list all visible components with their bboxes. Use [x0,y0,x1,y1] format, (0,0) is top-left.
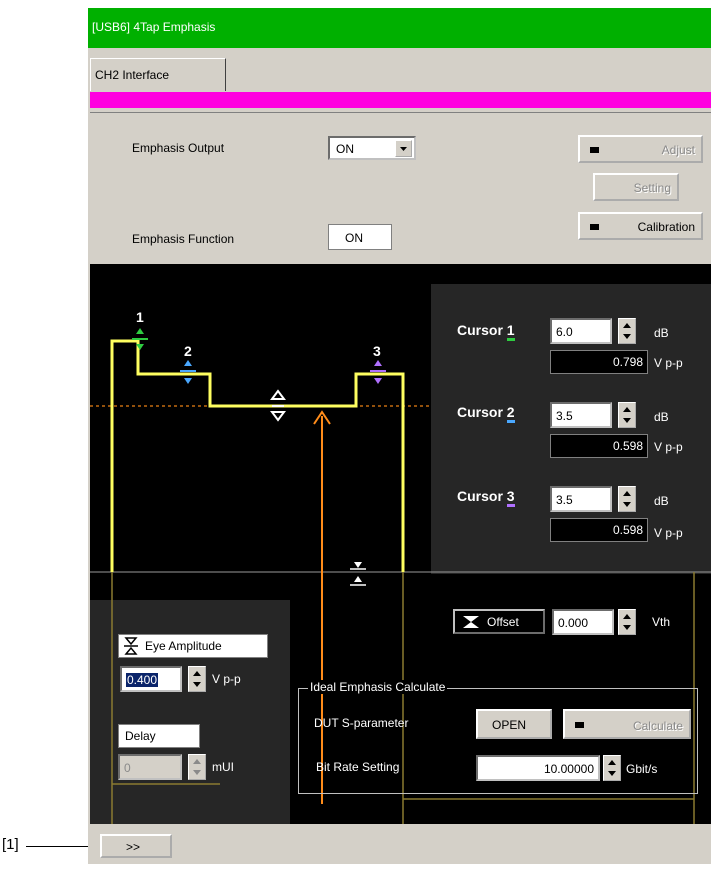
eye-amplitude-stepper[interactable] [188,666,206,692]
expand-button[interactable]: >> [100,834,172,858]
calculate-button[interactable]: Calculate [563,709,691,739]
open-label: OPEN [492,718,527,732]
setting-button[interactable]: Setting [593,173,679,201]
offset-input[interactable]: 0.000 [552,609,614,635]
open-button[interactable]: OPEN [476,709,552,739]
delay-button[interactable]: Delay [118,724,200,748]
calibration-button[interactable]: Calibration [578,212,703,240]
mui-unit: mUI [212,760,234,774]
cursor-3-db-input[interactable]: 3.5 [550,486,612,512]
eye-amplitude-icon [124,637,138,655]
cursor-3-number: 3 [506,488,515,507]
bit-rate-stepper[interactable] [603,755,621,781]
offset-marker-icon [350,562,366,586]
offset-label: Offset [487,615,519,629]
bottom-bar [90,824,711,864]
cursor-1-label: Cursor 1 [457,322,515,341]
cursor-1-number: 1 [506,322,515,341]
emphasis-output-value: ON [336,142,354,156]
cursor-1-db-stepper[interactable] [618,318,636,344]
amplitude-marker-icon [270,389,286,422]
delay-stepper[interactable] [188,754,206,780]
callout-label: [1] [2,836,19,853]
indicator-icon [590,224,599,230]
eye-amplitude-button[interactable]: Eye Amplitude [118,634,268,658]
cursor-3-label: Cursor 3 [457,488,515,507]
delay-input[interactable]: 0 [118,754,182,780]
cursor-1-vpp-readout: 0.798 [550,350,648,374]
emphasis-function-value-box: ON [328,224,392,250]
marker-3-label: 3 [373,343,381,359]
marker-2-label: 2 [184,343,192,359]
db-unit: dB [654,410,669,424]
adjust-button[interactable]: Adjust [578,135,703,163]
cursor-1-marker-icon [132,328,148,350]
offset-stepper[interactable] [618,609,636,635]
cursor-3-marker-icon [370,360,386,384]
vpp-unit: V p-p [654,356,683,370]
cursor-2-number: 2 [506,404,515,423]
ideal-emphasis-group-label: Ideal Emphasis Calculate [308,680,448,694]
emphasis-function-value: ON [345,231,363,245]
setting-label: Setting [633,181,671,195]
emphasis-function-label: Emphasis Function [132,232,235,246]
delay-label: Delay [125,729,156,743]
cursor-1-db-input[interactable]: 6.0 [550,318,612,344]
offset-icon [463,616,479,628]
chevron-down-icon [395,140,412,157]
indicator-icon [590,147,599,153]
vpp-unit: V p-p [654,440,683,454]
offset-button[interactable]: Offset [453,609,545,634]
eye-amplitude-input[interactable]: 0.400 [120,666,182,692]
db-unit: dB [654,494,669,508]
cursor-2-label: Cursor 2 [457,404,515,423]
bit-rate-label: Bit Rate Setting [316,760,400,774]
tab-label: CH2 Interface [95,68,170,82]
marker-1-label: 1 [136,309,144,325]
cursor-2-marker-icon [180,360,196,384]
eye-amplitude-label: Eye Amplitude [145,639,222,653]
gbits-unit: Gbit/s [626,762,658,776]
expand-label: >> [126,840,141,854]
bit-rate-input[interactable]: 10.00000 [476,755,600,781]
emphasis-output-label: Emphasis Output [132,141,225,155]
cursor-2-db-stepper[interactable] [618,402,636,428]
cursor-2-vpp-readout: 0.598 [550,434,648,458]
status-strip [90,92,711,108]
emphasis-output-select[interactable]: ON [328,136,416,160]
indicator-icon [575,722,584,728]
adjust-label: Adjust [661,143,695,157]
vpp-unit: V p-p [654,526,683,540]
vth-unit: Vth [652,615,671,629]
cursor-3-db-stepper[interactable] [618,486,636,512]
window-title: [USB6] 4Tap Emphasis [92,20,216,34]
cursor-2-db-input[interactable]: 3.5 [550,402,612,428]
tab-ch2-interface[interactable]: CH2 Interface [90,58,226,91]
vpp-unit: V p-p [212,672,241,686]
db-unit: dB [654,326,669,340]
cursor-3-vpp-readout: 0.598 [550,518,648,542]
calculate-label: Calculate [632,719,683,733]
dut-sparameter-label: DUT S-parameter [314,716,409,730]
title-bar: [USB6] 4Tap Emphasis [88,8,711,48]
calibration-label: Calibration [637,220,695,234]
